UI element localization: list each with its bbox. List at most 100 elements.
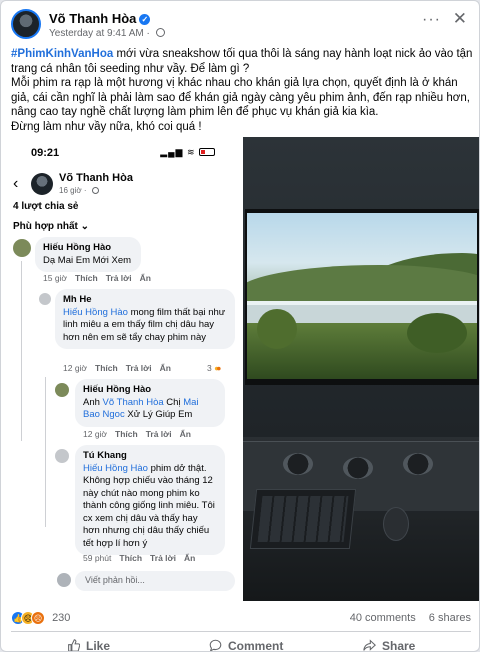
- author-name-row: Võ Thanh Hòa ✓: [49, 11, 151, 26]
- public-globe-icon: [155, 28, 165, 37]
- comment-hide: Ẩn: [159, 363, 171, 373]
- close-icon[interactable]: ✕: [453, 9, 467, 29]
- share-count[interactable]: 6 shares: [429, 612, 471, 624]
- console-trackball: [403, 453, 433, 475]
- monitor: [245, 209, 479, 385]
- phone-reply-input: Viết phản hồi...: [75, 571, 235, 591]
- comment-actions: 15 giờ Thích Trả lời Ẩn: [43, 273, 151, 283]
- post-header: Võ Thanh Hòa ✓ Yesterday at 9:41 AM · ···…: [11, 9, 471, 43]
- comment-time: 12 giờ: [63, 363, 88, 373]
- post-paragraph-2: Mỗi phim ra rạp là một hương vị khác nha…: [11, 77, 470, 118]
- post-paragraph-3: Đừng làm như vầy nữa, khó coi quá !: [11, 120, 202, 133]
- post-timestamp[interactable]: Yesterday at 9:41 AM: [49, 28, 144, 39]
- comment-reply: Trả lời: [150, 553, 176, 563]
- comment-time: 15 giờ: [43, 273, 68, 283]
- comment-avatar: [39, 293, 51, 305]
- tree: [257, 309, 297, 349]
- reaction-count[interactable]: 230: [52, 612, 70, 624]
- author-avatar[interactable]: [11, 9, 41, 39]
- comment-actions: 12 giờ Thích Trả lời Ẩn: [83, 429, 191, 439]
- mouse: [383, 507, 409, 541]
- phone-page-age-text: 16 giờ: [59, 186, 82, 195]
- verified-icon: ✓: [139, 14, 151, 25]
- post-meta: Yesterday at 9:41 AM ·: [49, 28, 165, 39]
- comment-reply: Trả lời: [145, 429, 172, 439]
- monitor-screen-landscape: [247, 213, 477, 379]
- comment-avatar: [55, 449, 69, 463]
- comment-hide: Ẩn: [179, 429, 191, 439]
- editing-room-photo: [243, 137, 479, 601]
- comment-author: Hiếu Hồng Hào: [83, 384, 152, 395]
- angry-reaction-icon: ●: [216, 363, 222, 373]
- share-button[interactable]: Share: [363, 639, 416, 652]
- like-label: Like: [86, 639, 111, 652]
- angry-reaction-icon: ☹: [31, 611, 45, 625]
- console-trackball: [343, 457, 373, 479]
- comment-mention: Võ Thanh Hòa: [102, 396, 164, 408]
- phone-globe-icon: [91, 187, 99, 194]
- post-text: #PhimKinhVanHoa mới vừa sneakshow tối qu…: [11, 47, 473, 134]
- phone-filter-label: Phù hợp nhất: [13, 221, 78, 232]
- comment-bubble: Mh He Hiếu Hồng Hào mong film thất bại n…: [55, 289, 235, 349]
- comment-middle: Chị: [163, 396, 184, 408]
- phone-page-age: 16 giờ ·: [59, 186, 99, 195]
- phone-page-name: Võ Thanh Hòa: [59, 172, 133, 184]
- comment-bubble: Hiếu Hồng Hào Anh Võ Thanh Hòa Chị Mai B…: [75, 379, 225, 427]
- post-action-bar: Like Comment Share: [11, 635, 471, 652]
- comment-time: 59 phút: [83, 553, 112, 563]
- share-label: Share: [382, 639, 416, 652]
- comment-author: Tú Khang: [83, 450, 127, 461]
- comment-reactions: 3 ●●: [207, 363, 221, 373]
- comment-text: Dạ Mai Em Mới Xem: [43, 254, 132, 266]
- console-trackball: [283, 453, 313, 475]
- chevron-down-icon: ⌄: [80, 221, 90, 232]
- phone-page-avatar: [31, 173, 53, 195]
- comment-actions: 59 phút Thích Trả lời Ẩn: [83, 553, 195, 563]
- comment-avatar: [13, 239, 31, 257]
- comment-icon: [209, 639, 222, 651]
- comment-reply: Trả lời: [125, 363, 152, 373]
- comment-author: Mh He: [63, 294, 92, 305]
- post-paragraph-1: #PhimKinhVanHoa mới vừa sneakshow tối qu…: [11, 47, 473, 76]
- comment-like: Thích: [119, 553, 143, 563]
- post-card: Võ Thanh Hòa ✓ Yesterday at 9:41 AM · ···…: [0, 0, 480, 652]
- divider: [11, 631, 471, 632]
- phone-shares: 4 lượt chia sẻ: [13, 201, 79, 212]
- comment-like: Thích: [95, 363, 118, 373]
- phone-time: 09:21: [31, 147, 60, 159]
- back-arrow-icon: ‹: [13, 175, 19, 192]
- comment-avatar: [55, 383, 69, 397]
- author-name[interactable]: Võ Thanh Hòa: [49, 11, 136, 26]
- like-button[interactable]: Like: [67, 639, 111, 652]
- comment-like: Thích: [75, 273, 98, 283]
- thread-line: [45, 377, 46, 527]
- comment-bubble: Hiếu Hồng Hào Dạ Mai Em Mới Xem: [35, 237, 141, 272]
- comment-like: Thích: [115, 429, 138, 439]
- like-icon: [68, 639, 80, 651]
- phone-post-header: ‹ Võ Thanh Hòa 16 giờ ·: [1, 172, 243, 199]
- comment-text: phim dở thật. Không hợp chiếu vào tháng …: [83, 462, 215, 549]
- more-options-icon[interactable]: ···: [422, 11, 441, 29]
- post-stats: 👍☹ ☹ 230 40 comments 6 shares: [11, 611, 471, 629]
- comment-prefix: Anh: [83, 396, 103, 408]
- phone-status-bar: 09:21 ▂▄▆ ≋: [1, 137, 243, 171]
- comment-author: Hiếu Hồng Hào: [43, 242, 112, 253]
- post-image[interactable]: 09:21 ▂▄▆ ≋ ‹ Võ Thanh Hòa 16 giờ · 4 lư…: [1, 137, 479, 601]
- comment-text: Xử Lý Giúp Em: [124, 409, 193, 420]
- comment-label: Comment: [228, 639, 284, 652]
- comment-hide: Ẩn: [139, 273, 151, 283]
- reply-avatar: [57, 573, 71, 587]
- comment-button[interactable]: Comment: [209, 639, 284, 652]
- comment-time: 12 giờ: [83, 429, 108, 439]
- comment-share-counts: 40 comments 6 shares: [340, 612, 471, 624]
- comment-reaction-count: 3: [207, 363, 212, 373]
- phone-filter: Phù hợp nhất ⌄: [13, 221, 89, 232]
- phone-screenshot: 09:21 ▂▄▆ ≋ ‹ Võ Thanh Hòa 16 giờ · 4 lư…: [1, 137, 243, 601]
- comment-reply: Trả lời: [105, 273, 132, 283]
- comment-mention: Hiếu Hồng Hào: [63, 306, 128, 318]
- share-icon: [363, 639, 376, 651]
- comment-count[interactable]: 40 comments: [350, 612, 416, 624]
- comment-actions: 12 giờ Thích Trả lời Ẩn: [63, 363, 171, 373]
- hashtag-link[interactable]: #PhimKinhVanHoa: [11, 48, 113, 60]
- comment-hide: Ẩn: [183, 553, 196, 563]
